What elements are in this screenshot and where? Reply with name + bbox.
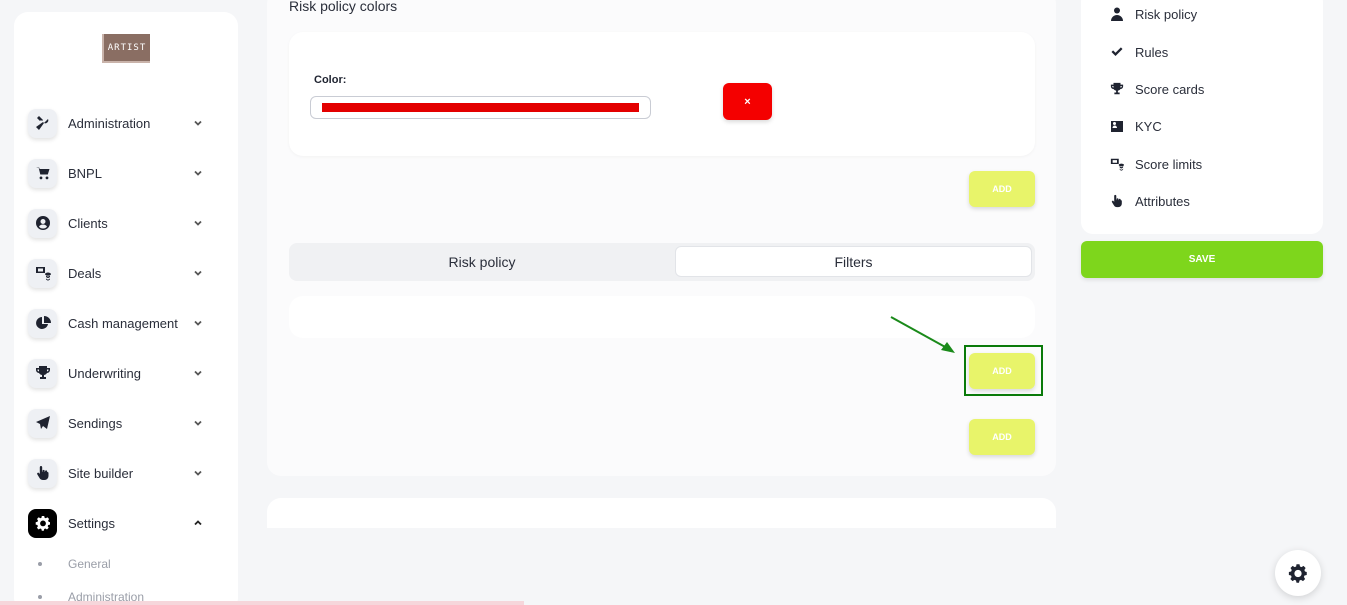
user-icon [1111, 7, 1123, 21]
sidebar-item-administration[interactable]: Administration [28, 107, 203, 139]
gear-icon [28, 508, 57, 538]
artist-logo[interactable]: ARTIST [102, 34, 150, 63]
chevron-up-icon [193, 518, 203, 528]
add-button[interactable]: ADD [969, 419, 1035, 455]
check-icon [1111, 47, 1123, 56]
chevron-down-icon [193, 368, 203, 378]
id-card-icon [1111, 121, 1123, 132]
sidebar-item-bnpl[interactable]: BNPL [28, 157, 203, 189]
right-nav-rules[interactable]: Rules [1110, 42, 1168, 62]
save-button[interactable]: SAVE [1081, 241, 1323, 278]
chevron-down-icon [193, 168, 203, 178]
bullet-icon [38, 562, 42, 566]
cart-icon [28, 158, 57, 188]
lower-card [267, 498, 1056, 528]
chevron-down-icon [193, 418, 203, 428]
sidebar-item-sendings[interactable]: Sendings [28, 407, 203, 439]
settings-subitem-general[interactable]: General [38, 557, 111, 571]
remove-color-button[interactable]: × [723, 83, 772, 120]
sidebar-item-label: Settings [68, 515, 115, 531]
sidebar-item-label: Site builder [68, 465, 134, 481]
sidebar-item-underwriting[interactable]: Underwriting [28, 357, 203, 389]
right-nav-score-cards[interactable]: Score cards [1110, 79, 1204, 99]
sidebar-item-label: Cash management [68, 315, 178, 331]
tab-risk-policy[interactable]: Risk policy [289, 246, 675, 277]
chevron-down-icon [193, 318, 203, 328]
right-nav-label: Risk policy [1135, 6, 1198, 22]
user-circle-icon [28, 208, 57, 238]
gear-icon [1288, 564, 1307, 583]
sidebar-item-site-builder[interactable]: Site builder [28, 457, 203, 489]
right-nav-score-limits[interactable]: Score limits [1110, 154, 1202, 174]
sidebar-item-label: BNPL [68, 165, 102, 181]
sidebar-item-label: Underwriting [68, 365, 141, 381]
right-nav-attributes[interactable]: Attributes [1110, 191, 1190, 211]
sidebar-item-cash-management[interactable]: Cash management [28, 307, 203, 339]
color-label: Color: [314, 74, 347, 86]
trophy-icon [1110, 82, 1124, 95]
tools-icon [28, 108, 57, 138]
pointer-hand-icon [1111, 194, 1122, 208]
sidebar-item-deals[interactable]: Deals [28, 257, 203, 289]
settings-fab-button[interactable] [1275, 550, 1321, 596]
chevron-down-icon [193, 218, 203, 228]
right-nav-label: Rules [1135, 44, 1169, 60]
notification-bar [0, 601, 524, 605]
trophy-icon [28, 358, 57, 388]
deals-icon [1110, 158, 1124, 171]
policy-tabs: Risk policy Filters [289, 243, 1035, 281]
pie-chart-icon [28, 308, 57, 338]
right-nav-risk-policy[interactable]: Risk policy [1110, 4, 1197, 24]
bullet-icon [38, 595, 42, 599]
tab-filters[interactable]: Filters [675, 246, 1032, 277]
color-swatch [322, 103, 639, 112]
highlight-box [964, 345, 1043, 396]
color-card [289, 32, 1035, 156]
right-nav-kyc[interactable]: KYC [1110, 116, 1162, 136]
sidebar-item-label: Deals [68, 265, 102, 281]
add-color-button[interactable]: ADD [969, 171, 1035, 207]
chevron-down-icon [193, 118, 203, 128]
right-nav-label: Attributes [1135, 193, 1190, 209]
sidebar-item-settings[interactable]: Settings [28, 507, 203, 539]
chevron-down-icon [193, 468, 203, 478]
right-nav-label: KYC [1135, 118, 1162, 134]
sidebar-item-label: Clients [68, 215, 108, 231]
sidebar-item-label: Administration [68, 115, 151, 131]
sidebar-item-label: Sendings [68, 415, 123, 431]
right-nav-label: Score cards [1135, 81, 1205, 97]
sidebar-item-clients[interactable]: Clients [28, 207, 203, 239]
chevron-down-icon [193, 268, 203, 278]
arrow-annotation-icon [890, 316, 955, 353]
color-picker-input[interactable] [310, 96, 651, 119]
section-title: Risk policy colors [289, 0, 398, 14]
pointer-hand-icon [28, 458, 57, 488]
deals-icon [28, 258, 57, 288]
settings-subitem-label: General [68, 557, 111, 571]
paper-plane-icon [28, 408, 57, 438]
right-nav-label: Score limits [1135, 156, 1203, 172]
